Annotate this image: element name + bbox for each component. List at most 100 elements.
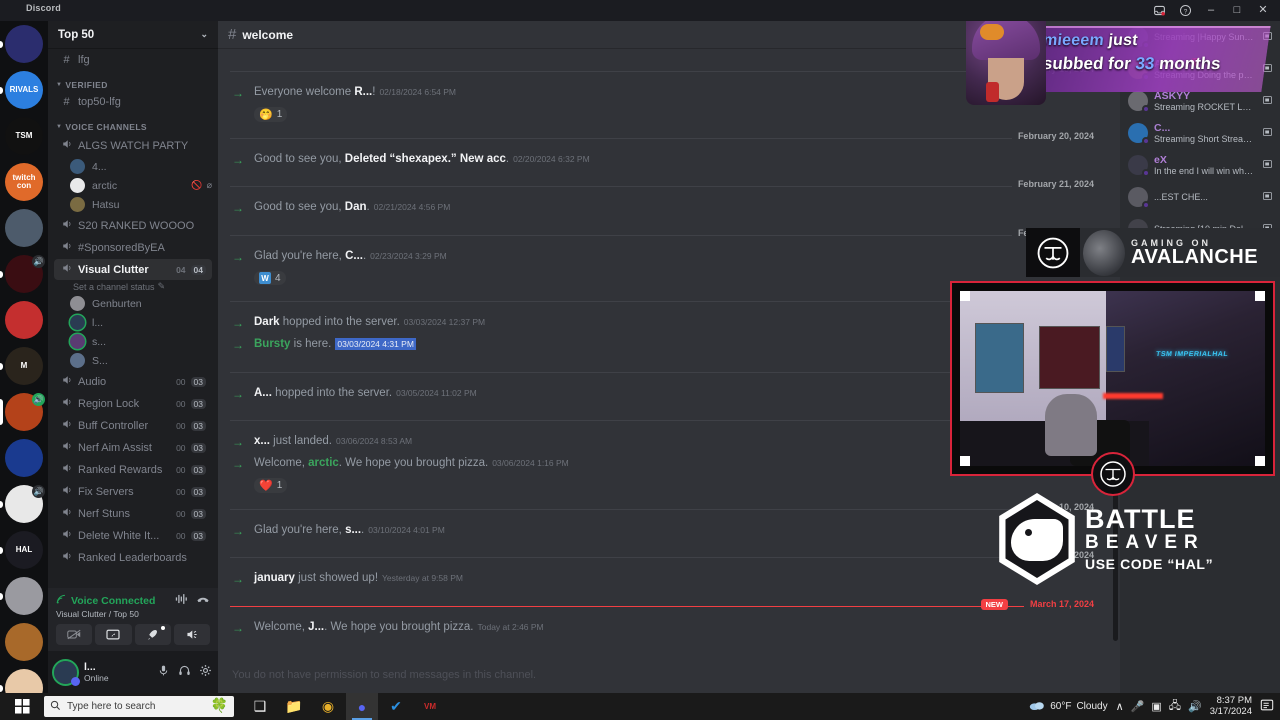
join-arrow-icon: →	[232, 249, 244, 264]
check-icon[interactable]: ✔	[380, 693, 412, 720]
member-row[interactable]: C... Streaming Short Stream b...	[1120, 117, 1280, 149]
voice-channel-6[interactable]: Buff Controller 00 03	[54, 415, 212, 436]
server-icon-flag[interactable]	[0, 435, 48, 481]
status-dot	[1142, 169, 1150, 177]
guild-header[interactable]: Top 50 ⌄	[48, 21, 218, 48]
message-username[interactable]: Deleted “shexapex.” New acc	[345, 153, 506, 165]
message-text: Welcome, arctic. We hope you brought piz…	[254, 457, 569, 469]
tray-volume-icon[interactable]: 🔊	[1188, 700, 1202, 713]
voice-member[interactable]: l...	[48, 313, 218, 332]
message-username[interactable]: J...	[308, 621, 324, 633]
category-verified[interactable]: ▼ VERIFIED	[48, 70, 218, 92]
message-username[interactable]: Bursty	[254, 338, 290, 350]
message-username[interactable]: A...	[254, 387, 272, 399]
gear-icon[interactable]	[199, 664, 212, 680]
server-icon-phoenix[interactable]: 🔊	[0, 389, 48, 435]
message-reaction[interactable]: 🤭 1	[254, 107, 288, 123]
soundboard-icon[interactable]	[173, 624, 210, 645]
search-input[interactable]: Type here to search 🍀	[44, 696, 234, 717]
voice-channel-0[interactable]: ALGS WATCH PARTY	[54, 135, 212, 156]
phone-hangup-icon[interactable]	[196, 593, 210, 608]
server-icon-twitchcon[interactable]: twitch con	[0, 159, 48, 205]
server-icon-pumpkin[interactable]	[0, 619, 48, 665]
voice-channel-3[interactable]: Visual Clutter 04 04	[54, 259, 212, 280]
server-icon-discord-home[interactable]	[0, 21, 48, 67]
voice-channel-9[interactable]: Fix Servers 00 03	[54, 481, 212, 502]
message-username[interactable]: C...	[345, 250, 363, 262]
voice-channel-8[interactable]: Ranked Rewards 00 03	[54, 459, 212, 480]
voice-channel-2[interactable]: #SponsoredByEA	[54, 237, 212, 258]
voice-channel-12[interactable]: Ranked Leaderboards	[54, 547, 212, 568]
windows-start-icon[interactable]	[0, 693, 44, 720]
server-icon-galaxy[interactable]: 🔊	[0, 481, 48, 527]
video-icon[interactable]	[56, 624, 93, 645]
task-view-icon[interactable]: ❑	[244, 693, 276, 720]
notification-icon[interactable]	[1260, 698, 1274, 715]
tray-app-icon[interactable]: ▣	[1151, 700, 1161, 713]
activity-rocket-icon[interactable]	[134, 624, 171, 645]
message-timestamp: 02/20/2024 6:32 PM	[513, 154, 590, 165]
voice-member[interactable]: Genburten	[48, 294, 218, 313]
voice-channel-10[interactable]: Nerf Stuns 00 03	[54, 503, 212, 524]
member-row[interactable]: eX In the end I will win whate...	[1120, 149, 1280, 181]
voice-channel-7[interactable]: Nerf Aim Assist 00 03	[54, 437, 212, 458]
voice-member[interactable]: 4...	[48, 157, 218, 176]
avatar[interactable]	[52, 658, 80, 686]
message-reaction[interactable]: W4	[254, 271, 286, 286]
channel-top50-lfg[interactable]: # top50-lfg	[54, 93, 212, 111]
channel-count-current: 00	[176, 508, 186, 519]
voice-member[interactable]: Hatsu	[48, 195, 218, 214]
server-avatar	[5, 209, 43, 247]
chrome-icon[interactable]: ◉	[312, 693, 344, 720]
voice-member[interactable]: s...	[48, 332, 218, 351]
message-username[interactable]: s...	[345, 524, 361, 536]
minimize-button[interactable]: –	[1198, 0, 1224, 21]
voice-member[interactable]: arctic 🚫 ⌀	[48, 176, 218, 195]
voice-member[interactable]: S...	[48, 351, 218, 370]
signal-bars-icon[interactable]	[175, 593, 188, 608]
user-panel[interactable]: l... Online	[48, 651, 218, 693]
tray-chevron-icon[interactable]: ∧	[1116, 700, 1124, 713]
server-icon-anime-girl[interactable]	[0, 665, 48, 693]
server-icon-tsm[interactable]: TSM	[0, 113, 48, 159]
server-icon-red-mask[interactable]: 🔊	[0, 251, 48, 297]
file-explorer-icon[interactable]: 📁	[278, 693, 310, 720]
server-icon-heart[interactable]	[0, 297, 48, 343]
member-row[interactable]: ...EST CHE...	[1120, 181, 1280, 213]
message-username[interactable]: R...	[354, 86, 372, 98]
microphone-icon[interactable]	[157, 664, 170, 680]
tray-microphone-icon[interactable]: 🎤	[1131, 700, 1145, 713]
message-username[interactable]: arctic	[308, 457, 339, 469]
server-avatar	[5, 577, 43, 615]
voice-member-name: l...	[92, 316, 104, 329]
voice-channel-5[interactable]: Region Lock 00 03	[54, 393, 212, 414]
voice-channel-4[interactable]: Audio 00 03	[54, 371, 212, 392]
message-reaction[interactable]: ❤️ 1	[254, 478, 288, 494]
close-button[interactable]: ✕	[1250, 0, 1276, 21]
tray-network-icon[interactable]: 🖧	[1169, 697, 1181, 716]
message-username[interactable]: Dan	[345, 201, 367, 213]
channel-lfg[interactable]: # lfg	[54, 51, 212, 69]
server-icon-apex-char[interactable]	[0, 205, 48, 251]
message-username[interactable]: x...	[254, 435, 270, 447]
voice-meeter-icon[interactable]: VM	[414, 693, 446, 720]
screenshare-icon[interactable]	[95, 624, 132, 645]
weather-widget[interactable]: 60°F Cloudy	[1029, 700, 1108, 714]
clock[interactable]: 8:37 PM 3/17/2024	[1210, 695, 1252, 718]
server-icon-rivals[interactable]: RIVALS	[0, 67, 48, 113]
speaker-icon	[60, 240, 73, 255]
server-icon-hal[interactable]: HAL	[0, 527, 48, 573]
server-icon-monarch[interactable]: M	[0, 343, 48, 389]
category-voice-channels[interactable]: ▼ VOICE CHANNELS	[48, 112, 218, 134]
voice-channel-11[interactable]: Delete White It... 00 03	[54, 525, 212, 546]
discord-icon[interactable]: ●	[346, 693, 378, 720]
channel-status[interactable]: Set a channel status ✎	[48, 281, 218, 294]
message-username[interactable]: january	[254, 572, 295, 584]
help-icon[interactable]: ?	[1172, 0, 1198, 21]
message-username[interactable]: Dark	[254, 316, 280, 328]
voice-channel-1[interactable]: S20 RANKED WOOOO	[54, 215, 212, 236]
headphones-icon[interactable]	[178, 664, 191, 680]
inbox-icon[interactable]	[1146, 0, 1172, 21]
maximize-button[interactable]: □	[1224, 0, 1250, 21]
server-icon-portrait[interactable]	[0, 573, 48, 619]
